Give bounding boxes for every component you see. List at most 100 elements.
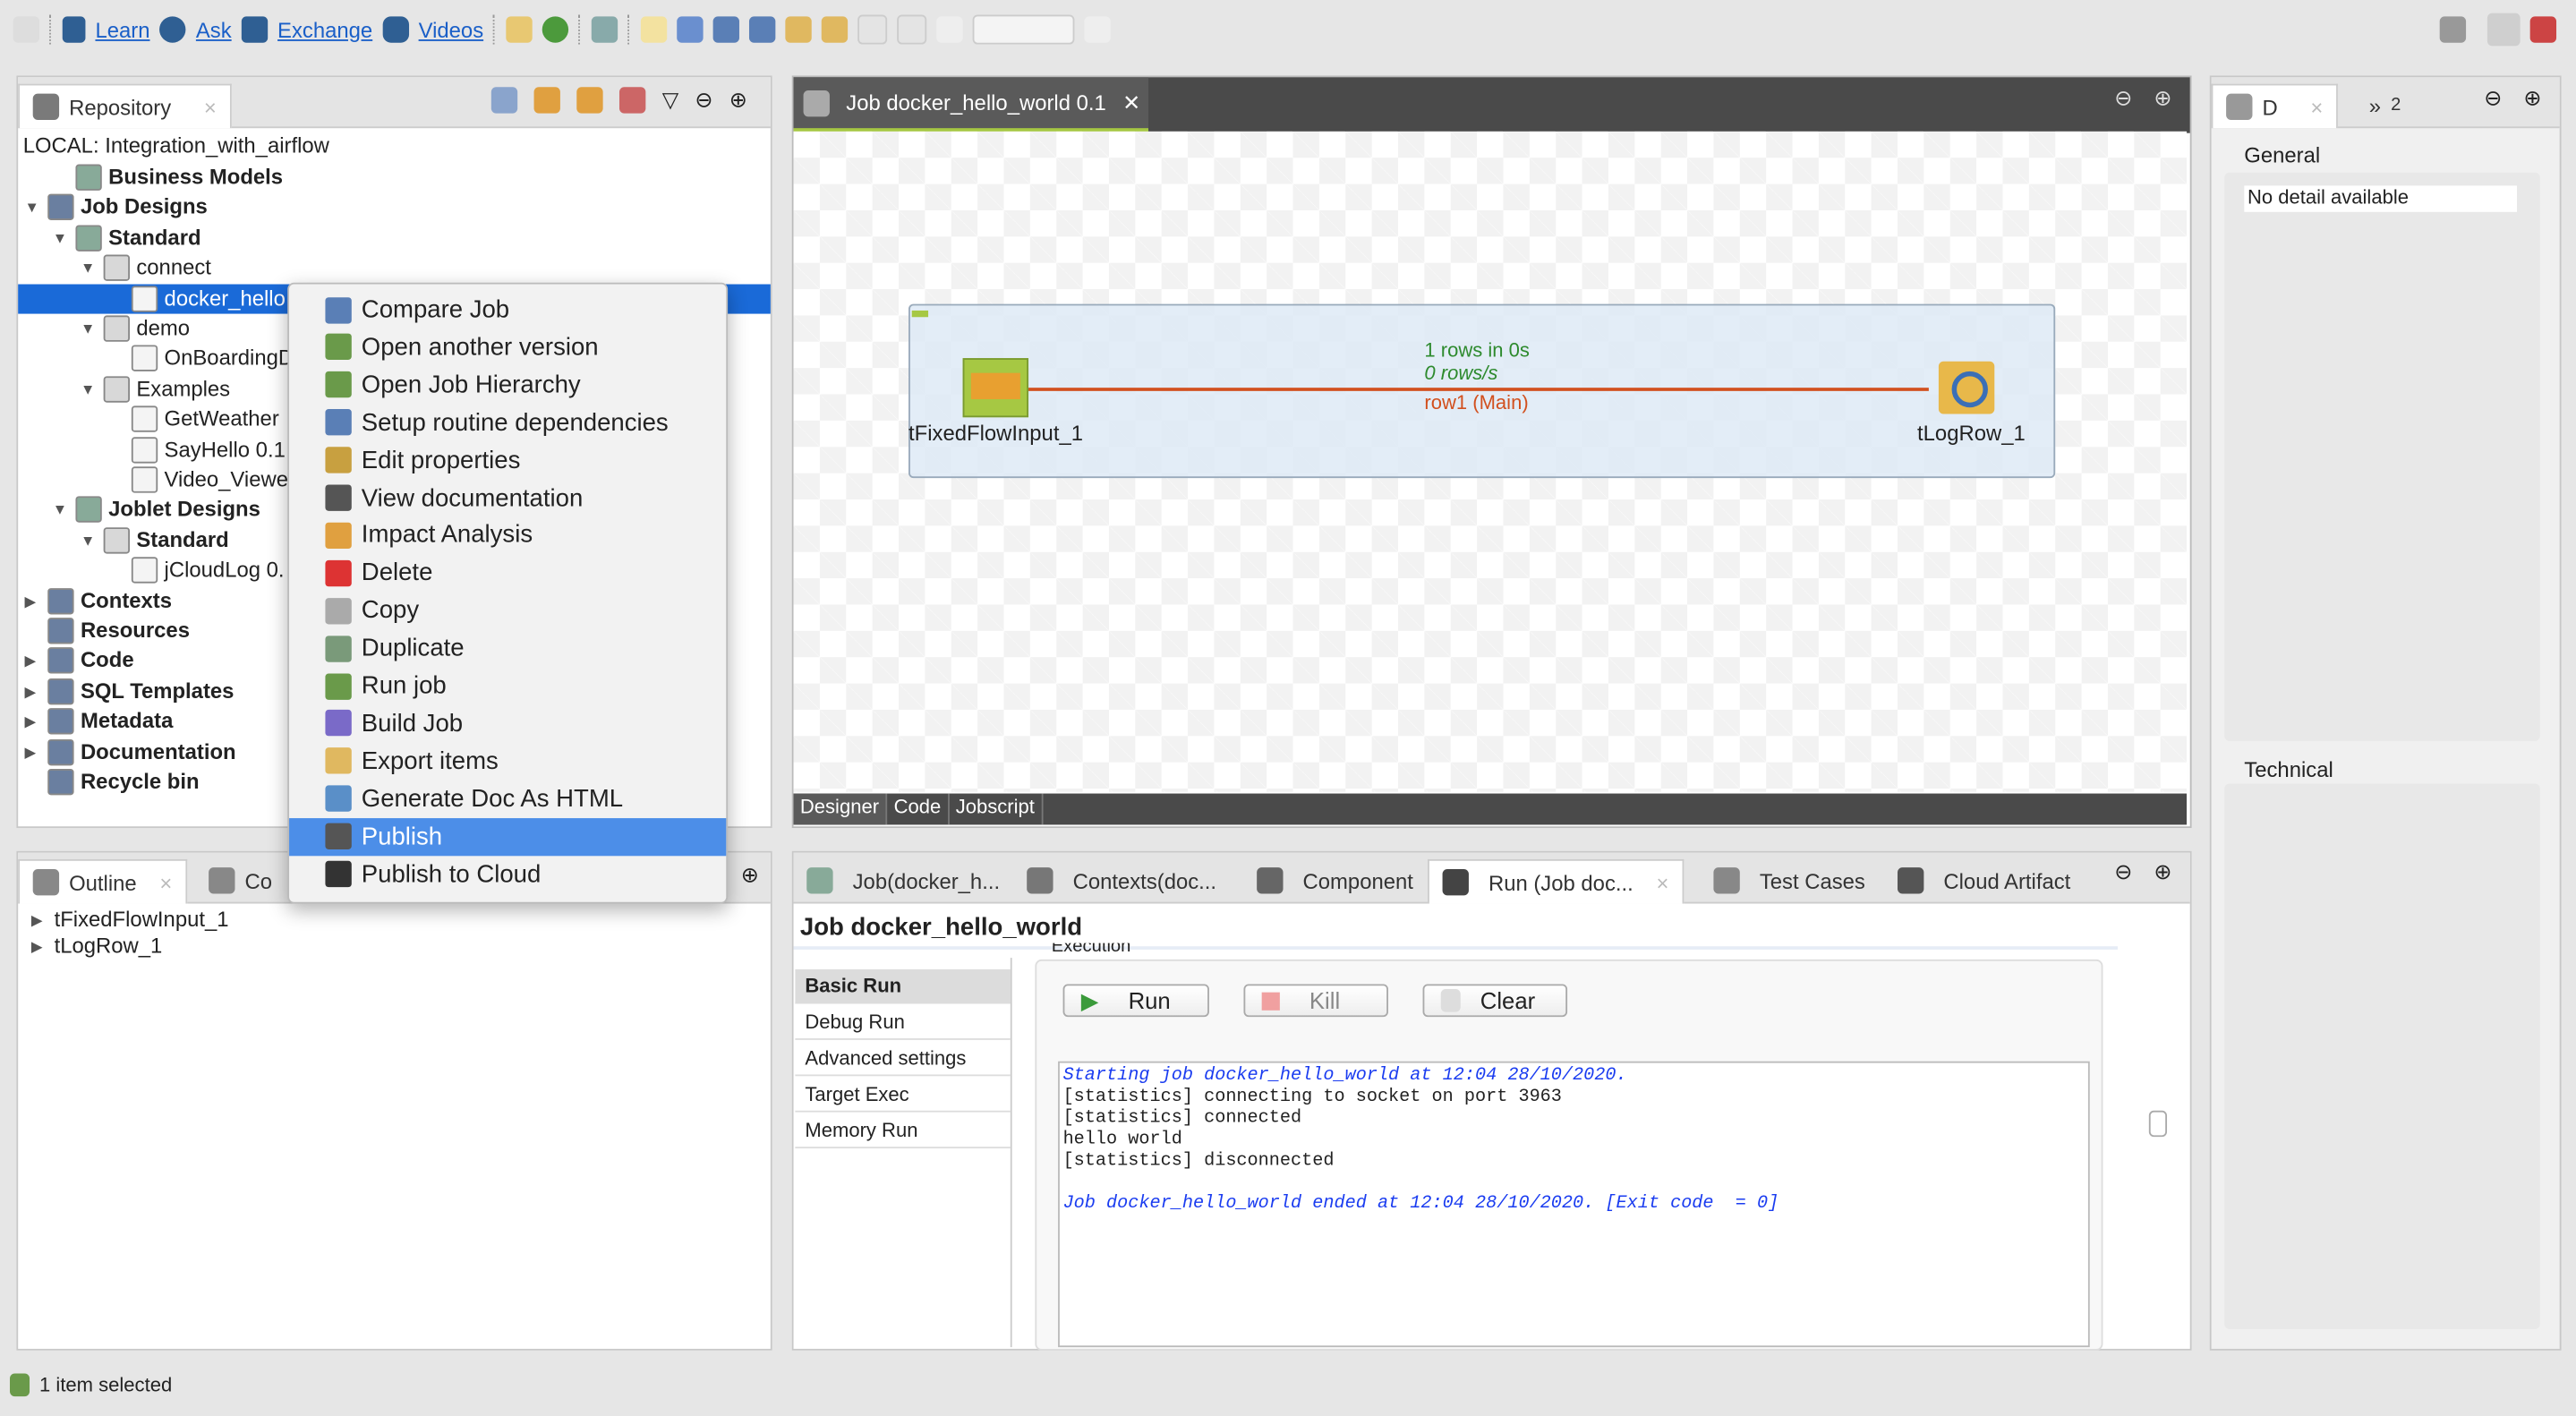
edit-icon[interactable] <box>641 16 668 43</box>
job-icon[interactable] <box>592 16 618 43</box>
data-perspective-icon[interactable] <box>2529 16 2557 43</box>
menu-item-open-another-version[interactable]: Open another version <box>289 328 726 366</box>
tree-item[interactable]: ▼ demo <box>81 314 190 344</box>
outline-item[interactable]: ▶ tLogRow_1 <box>31 932 162 961</box>
minimize-icon[interactable]: ⊖ <box>695 87 712 113</box>
run-mode-memory-run[interactable]: Memory Run <box>795 1113 1011 1149</box>
tree-item[interactable]: ▶ Contexts <box>25 586 172 616</box>
tab-repository[interactable]: Repository × <box>18 83 232 129</box>
folder-down-icon[interactable] <box>785 16 813 43</box>
close-icon[interactable]: ✕ <box>1122 90 1140 115</box>
close-icon[interactable]: × <box>2310 95 2323 120</box>
menu-item-build-job[interactable]: Build Job <box>289 704 726 742</box>
tab-more[interactable]: » 2 <box>2356 84 2414 127</box>
expand-toggle[interactable]: ▼ <box>81 253 97 283</box>
close-icon[interactable]: × <box>159 870 172 895</box>
refresh-icon[interactable] <box>576 87 603 114</box>
learn-link[interactable]: Learn <box>95 17 149 42</box>
maximize-icon[interactable]: ⊕ <box>2154 859 2171 885</box>
expand-toggle[interactable]: ▶ <box>25 677 41 706</box>
filter-icon[interactable] <box>618 87 646 114</box>
expand-toggle[interactable]: ▶ <box>25 737 41 766</box>
expand-toggle[interactable]: ▼ <box>53 223 69 252</box>
export-icon[interactable] <box>713 16 740 43</box>
tree-item[interactable]: Business Models <box>53 163 283 192</box>
menu-item-publish[interactable]: Publish <box>289 817 727 856</box>
expand-toggle[interactable]: ▼ <box>81 314 97 344</box>
scrollbar-thumb[interactable] <box>2148 1110 2168 1138</box>
menu-item-delete[interactable]: Delete <box>289 554 726 592</box>
expand-toggle[interactable]: ▼ <box>81 374 97 404</box>
brush-icon[interactable] <box>1084 16 1112 43</box>
tree-item[interactable]: ▶ SQL Templates <box>25 677 234 706</box>
expand-toggle[interactable]: ▶ <box>25 707 41 737</box>
tree-item[interactable]: ▼ Job Designs <box>25 192 208 222</box>
tree-item[interactable]: Resources <box>25 616 190 645</box>
maximize-icon[interactable]: ⊕ <box>2523 85 2541 111</box>
tree-item[interactable]: ▶ Documentation <box>25 737 236 766</box>
menu-item-copy[interactable]: Copy <box>289 592 726 629</box>
tab-bottom-4[interactable]: Test Cases <box>1701 859 1879 902</box>
run-mode-debug-run[interactable]: Debug Run <box>795 1005 1011 1040</box>
folder-up-icon[interactable] <box>822 16 849 43</box>
tab-code-viewer[interactable]: Co <box>195 859 285 902</box>
tree-item[interactable]: Video_Viewe <box>108 465 288 494</box>
menu-item-publish-to-cloud[interactable]: Publish to Cloud <box>289 855 726 892</box>
menu-item-setup-routine-dependencies[interactable]: Setup routine dependencies <box>289 404 726 441</box>
run-icon[interactable] <box>542 16 569 43</box>
exchange-link[interactable]: Exchange <box>277 17 372 42</box>
tlogrow-component[interactable] <box>1938 361 1995 414</box>
expand-toggle[interactable]: ▶ <box>25 646 41 676</box>
collapse-icon[interactable] <box>490 87 518 114</box>
run-mode-advanced-settings[interactable]: Advanced settings <box>795 1041 1011 1077</box>
maximize-icon[interactable]: ⊕ <box>741 863 759 889</box>
tree-item[interactable]: GetWeather <box>108 405 279 434</box>
zoom-select[interactable] <box>973 14 1075 45</box>
tab-code[interactable]: Code <box>887 793 950 825</box>
perspective-icon[interactable] <box>2439 16 2467 43</box>
tree-item[interactable]: Recycle bin <box>25 767 200 797</box>
expand-toggle[interactable]: ▼ <box>81 525 97 555</box>
tab-designer[interactable]: Designer <box>793 793 888 825</box>
videos-link[interactable]: Videos <box>419 17 484 42</box>
view-menu-icon[interactable]: ▽ <box>662 87 678 113</box>
page-icon[interactable] <box>936 16 964 43</box>
undo-icon[interactable] <box>857 14 888 45</box>
menu-item-generate-doc-as-html[interactable]: Generate Doc As HTML <box>289 780 726 817</box>
tree-item[interactable]: ▼ Standard <box>81 525 229 555</box>
tab-detail[interactable]: D × <box>2211 83 2338 129</box>
tree-item[interactable]: jCloudLog 0. <box>108 556 285 585</box>
tab-bottom-5[interactable]: Cloud Artifact <box>1884 859 2084 902</box>
menu-item-duplicate[interactable]: Duplicate <box>289 629 726 667</box>
menu-item-impact-analysis[interactable]: Impact Analysis <box>289 516 726 554</box>
menu-item-compare-job[interactable]: Compare Job <box>289 291 726 328</box>
tab-job-editor[interactable]: Job docker_hello_world 0.1 ✕ <box>793 77 1149 133</box>
designer-canvas[interactable]: tFixedFlowInput_1 tLogRow_1 1 rows in 0s… <box>793 131 2188 792</box>
maximize-icon[interactable]: ⊕ <box>2154 85 2171 111</box>
tree-item[interactable]: OnBoardingD <box>108 344 294 373</box>
tfixedflowinput-component[interactable] <box>962 358 1029 418</box>
expand-toggle[interactable]: ▶ <box>25 586 41 616</box>
maximize-icon[interactable]: ⊕ <box>729 87 747 113</box>
menu-item-edit-properties[interactable]: Edit properties <box>289 441 726 479</box>
tree-item[interactable]: ▼ Standard <box>53 223 201 252</box>
wrench-icon[interactable] <box>677 16 704 43</box>
tree-item[interactable]: ▶ Metadata <box>25 707 173 737</box>
menu-item-run-job[interactable]: Run job <box>289 667 726 704</box>
tab-jobscript[interactable]: Jobscript <box>949 793 1044 825</box>
tree-item[interactable]: ▼ Joblet Designs <box>53 495 260 525</box>
tree-item[interactable]: ▼ connect <box>81 253 211 283</box>
run-console[interactable]: Starting job docker_hello_world at 12:04… <box>1058 1061 2090 1348</box>
menu-item-export-items[interactable]: Export items <box>289 742 726 780</box>
menu-item-open-job-hierarchy[interactable]: Open Job Hierarchy <box>289 366 726 404</box>
save-icon[interactable] <box>13 16 40 43</box>
link-icon[interactable] <box>533 87 560 114</box>
search-folder-icon[interactable] <box>506 16 533 43</box>
tree-item[interactable]: ▶ Code <box>25 646 134 676</box>
minimize-icon[interactable]: ⊖ <box>2114 859 2132 885</box>
tree-item[interactable]: ▼ Examples <box>81 374 230 404</box>
integration-perspective-icon[interactable] <box>2486 13 2521 47</box>
minimize-icon[interactable]: ⊖ <box>2114 85 2132 111</box>
kill-button[interactable]: Kill <box>1243 984 1388 1018</box>
tab-outline[interactable]: Outline × <box>18 858 187 904</box>
